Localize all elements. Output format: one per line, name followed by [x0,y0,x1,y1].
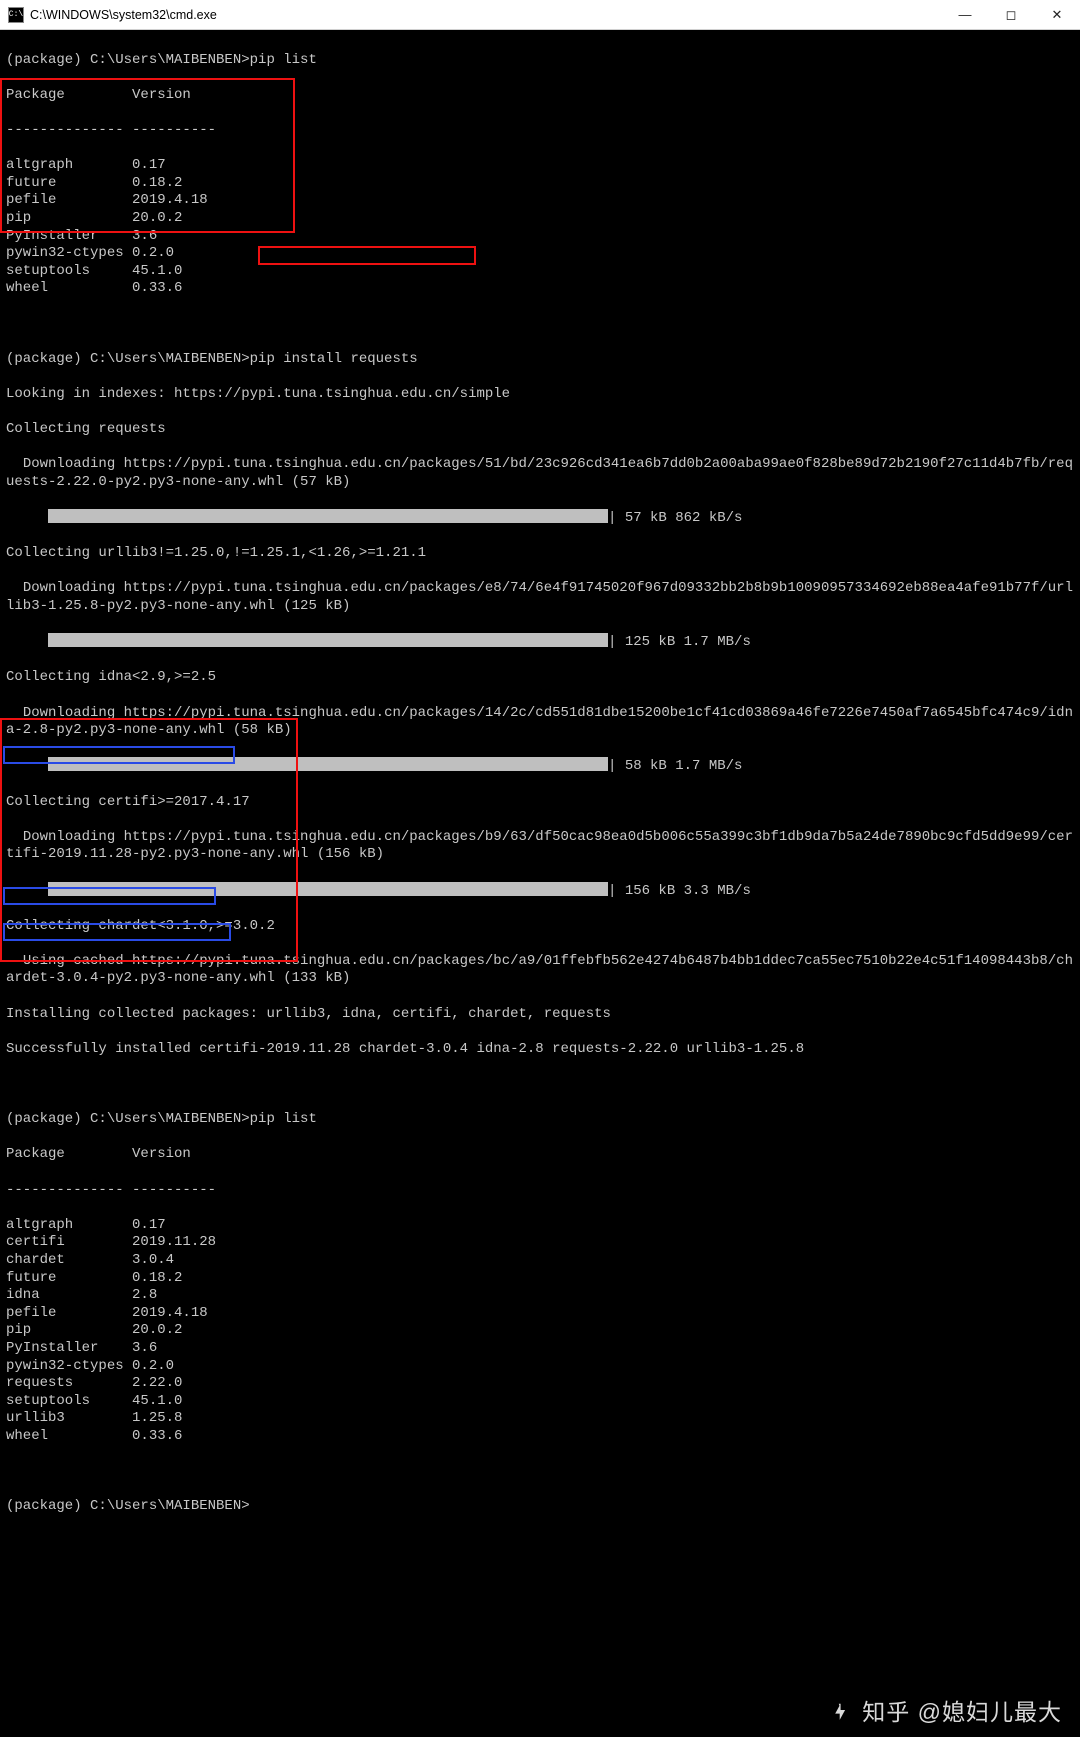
pkg-sep: -------------- ---------- [6,1182,1074,1200]
prompt-line: (package) C:\Users\MAIBENBEN> [6,1498,1074,1516]
blank-line [6,1076,1074,1094]
blank-line [6,1463,1074,1481]
package-row: wheel 0.33.6 [6,280,182,298]
zhihu-icon [828,1701,852,1725]
minimize-button[interactable]: — [942,0,988,30]
output-line: Installing collected packages: urllib3, … [6,1006,1074,1024]
package-row: idna 2.8 [6,1287,157,1305]
package-row: altgraph 0.17 [6,1217,166,1235]
output-line: Collecting chardet<3.1.0,>=3.0.2 [6,918,1074,936]
output-line: Using cached https://pypi.tuna.tsinghua.… [6,953,1074,988]
window-title: C:\WINDOWS\system32\cmd.exe [30,8,217,22]
package-row: pefile 2019.4.18 [6,192,208,210]
maximize-button[interactable]: ◻ [988,0,1034,30]
pkg-header: Package Version [6,1146,1074,1164]
package-row: future 0.18.2 [6,175,182,193]
progress-bar: | 58 kB 1.7 MB/s [6,757,1074,776]
package-row: setuptools 45.1.0 [6,263,182,281]
progress-bar: | 57 kB 862 kB/s [6,509,1074,528]
pkg-sep: -------------- ---------- [6,122,1074,140]
package-row: certifi 2019.11.28 [6,1234,216,1252]
prompt-line: (package) C:\Users\MAIBENBEN>pip list [6,52,1074,70]
output-line: Downloading https://pypi.tuna.tsinghua.e… [6,580,1074,615]
output-line: Collecting certifi>=2017.4.17 [6,794,1074,812]
output-line: Successfully installed certifi-2019.11.2… [6,1041,1074,1059]
blank-line [6,316,1074,334]
cmd-icon: C:\ [8,7,24,23]
package-row: wheel 0.33.6 [6,1428,182,1446]
prompt-line: (package) C:\Users\MAIBENBEN>pip list [6,1111,1074,1129]
package-row: setuptools 45.1.0 [6,1393,182,1411]
package-row: pywin32-ctypes 0.2.0 [6,1358,174,1376]
package-row: PyInstaller 3.6 [6,228,157,246]
progress-bar: | 156 kB 3.3 MB/s [6,882,1074,901]
output-line: Collecting requests [6,421,1074,439]
output-line: Collecting urllib3!=1.25.0,!=1.25.1,<1.2… [6,545,1074,563]
package-row: future 0.18.2 [6,1270,182,1288]
package-row: altgraph 0.17 [6,157,166,175]
close-button[interactable]: ✕ [1034,0,1080,30]
output-line: Downloading https://pypi.tuna.tsinghua.e… [6,456,1074,491]
output-line: Looking in indexes: https://pypi.tuna.ts… [6,386,1074,404]
output-line: Downloading https://pypi.tuna.tsinghua.e… [6,705,1074,740]
pkg-header: Package Version [6,87,1074,105]
package-row: pefile 2019.4.18 [6,1305,208,1323]
package-row: chardet 3.0.4 [6,1252,174,1270]
package-row: pip 20.0.2 [6,1322,182,1340]
output-line: Downloading https://pypi.tuna.tsinghua.e… [6,829,1074,864]
package-row: requests 2.22.0 [6,1375,182,1393]
window-titlebar: C:\ C:\WINDOWS\system32\cmd.exe — ◻ ✕ [0,0,1080,30]
terminal-output[interactable]: (package) C:\Users\MAIBENBEN>pip list Pa… [0,30,1080,1737]
package-row: PyInstaller 3.6 [6,1340,157,1358]
progress-bar: | 125 kB 1.7 MB/s [6,633,1074,652]
output-line: Collecting idna<2.9,>=2.5 [6,669,1074,687]
package-row: pip 20.0.2 [6,210,182,228]
prompt-line: (package) C:\Users\MAIBENBEN>pip install… [6,351,1074,369]
package-row: urllib3 1.25.8 [6,1410,182,1428]
watermark: 知乎 @媳妇儿最大 [828,1701,1062,1725]
package-row: pywin32-ctypes 0.2.0 [6,245,174,263]
